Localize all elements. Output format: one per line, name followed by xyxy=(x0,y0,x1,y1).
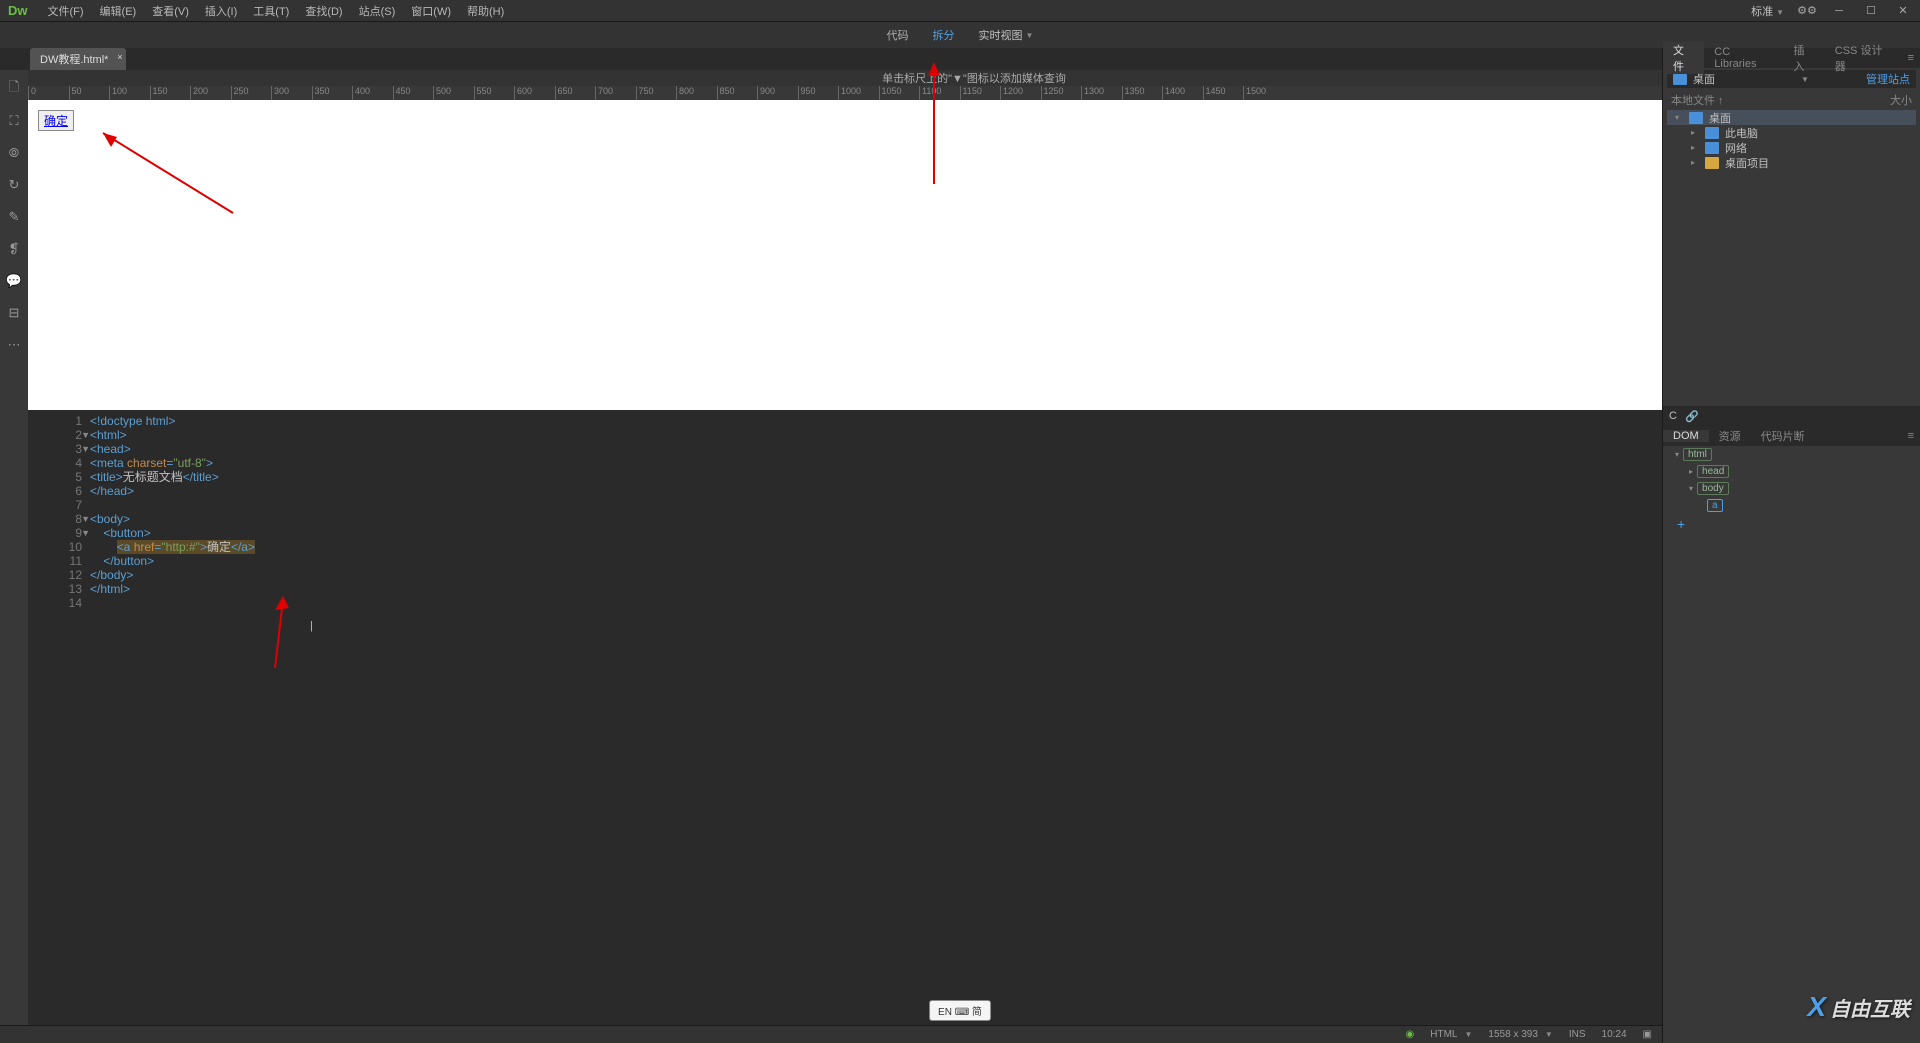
expand-icon[interactable]: ⛶ xyxy=(5,112,23,130)
menu-help[interactable]: 帮助(H) xyxy=(459,3,512,19)
code-content[interactable]: <!doctype html><html><head><meta charset… xyxy=(90,414,1920,1025)
workspace-selector[interactable]: 标准▼ xyxy=(1751,3,1784,19)
code-view[interactable]: 12▼3▼45678▼9▼1011121314 <!doctype html><… xyxy=(28,410,1920,1025)
minimize-button[interactable]: ─ xyxy=(1830,4,1848,18)
file-row[interactable]: ▸此电脑 xyxy=(1667,125,1916,140)
collapse-icon[interactable]: ⊟ xyxy=(5,304,23,322)
menu-file[interactable]: 文件(F) xyxy=(40,3,92,19)
center-editor: 单击标尺上的"▼"图标以添加媒体查询 050100150200250300350… xyxy=(28,70,1920,1025)
dom-row[interactable]: ▸head xyxy=(1663,463,1920,480)
dom-menu-icon[interactable]: ≡ xyxy=(1902,430,1920,442)
comment-icon[interactable]: 💬 xyxy=(5,272,23,290)
status-dimensions[interactable]: 1558 x 393▼ xyxy=(1488,1029,1552,1040)
menu-find[interactable]: 查找(D) xyxy=(297,3,350,19)
app-logo: Dw xyxy=(8,3,28,18)
link-icon[interactable]: 🔗 xyxy=(1685,410,1699,423)
dom-panel: DOM 资源 代码片断 ≡ ▾html▸head▾bodya + xyxy=(1663,426,1920,534)
view-code[interactable]: 代码 xyxy=(887,27,909,43)
design-view[interactable]: 确定 xyxy=(28,100,1920,410)
media-query-hint: 单击标尺上的"▼"图标以添加媒体查询 xyxy=(28,70,1920,86)
document-tab[interactable]: DW教程.html* × xyxy=(30,48,126,70)
refresh-icon[interactable]: C xyxy=(1669,410,1677,422)
panel-tab-css[interactable]: CSS 设计器 xyxy=(1825,42,1902,74)
ime-indicator: EN ⌨ 简 xyxy=(929,1000,991,1021)
dom-tree[interactable]: ▾html▸head▾bodya xyxy=(1663,446,1920,514)
dom-row[interactable]: ▾body xyxy=(1663,480,1920,497)
file-manage-icon[interactable]: 🗋 xyxy=(5,80,23,98)
dom-row[interactable]: ▾html xyxy=(1663,446,1920,463)
dom-tab-assets[interactable]: 资源 xyxy=(1709,428,1751,444)
status-sync-icon[interactable]: ◉ xyxy=(1406,1029,1415,1040)
file-tree[interactable]: ▾桌面▸此电脑▸网络▸桌面项目 xyxy=(1663,110,1920,170)
status-ins: INS xyxy=(1569,1029,1586,1040)
rendered-button[interactable]: 确定 xyxy=(38,110,74,131)
menu-view[interactable]: 查看(V) xyxy=(144,3,197,19)
view-split[interactable]: 拆分 xyxy=(933,27,955,43)
view-switch-bar: 代码 拆分 实时视图▼ xyxy=(0,22,1920,48)
status-cursor-pos: 10:24 xyxy=(1602,1029,1627,1040)
panel-tab-insert[interactable]: 插入 xyxy=(1783,42,1824,74)
dom-tab-snippets[interactable]: 代码片断 xyxy=(1751,428,1815,444)
files-col-name[interactable]: 本地文件 ↑ xyxy=(1671,92,1724,108)
right-panel: 文件 CC Libraries 插入 CSS 设计器 ≡ 桌面 ▼ 管理站点 本… xyxy=(1662,48,1920,1043)
panel-refresh-bar: C 🔗 xyxy=(1663,406,1920,426)
view-live-group[interactable]: 实时视图▼ xyxy=(979,27,1034,43)
menubar: Dw 文件(F) 编辑(E) 查看(V) 插入(I) 工具(T) 查找(D) 站… xyxy=(0,0,1920,22)
dom-tab-dom[interactable]: DOM xyxy=(1663,430,1709,442)
menu-edit[interactable]: 编辑(E) xyxy=(92,3,145,19)
folder-icon xyxy=(1673,74,1687,85)
menu-site[interactable]: 站点(S) xyxy=(351,3,404,19)
rendered-link[interactable]: 确定 xyxy=(44,114,68,128)
files-col-size[interactable]: 大小 xyxy=(1890,92,1912,108)
menu-tools[interactable]: 工具(T) xyxy=(245,3,297,19)
status-bar: ◉ HTML▼ 1558 x 393▼ INS 10:24 ▣ xyxy=(0,1025,1662,1043)
file-row[interactable]: ▸网络 xyxy=(1667,140,1916,155)
tab-title: DW教程.html* xyxy=(40,54,108,66)
status-lang[interactable]: HTML▼ xyxy=(1430,1029,1472,1040)
dom-row[interactable]: a xyxy=(1663,497,1920,514)
more-icon[interactable]: ⋯ xyxy=(5,336,23,354)
menu-insert[interactable]: 插入(I) xyxy=(197,3,245,19)
panel-tab-files[interactable]: 文件 xyxy=(1663,42,1704,74)
line-gutter: 12▼3▼45678▼9▼1011121314 xyxy=(28,414,90,1025)
refresh-icon[interactable]: ↻ xyxy=(5,176,23,194)
wand-icon[interactable]: ✎ xyxy=(5,208,23,226)
manage-site-link[interactable]: 管理站点 xyxy=(1866,71,1910,87)
files-header: 本地文件 ↑ 大小 xyxy=(1663,90,1920,110)
panel-tab-cclib[interactable]: CC Libraries xyxy=(1704,46,1783,70)
left-toolbar: 🗋 ⛶ ⦾ ↻ ✎ ❡ 💬 ⊟ ⋯ xyxy=(0,70,28,1025)
close-button[interactable]: ✕ xyxy=(1894,4,1912,18)
tab-close-icon[interactable]: × xyxy=(117,52,122,62)
format-icon[interactable]: ❡ xyxy=(5,240,23,258)
dom-add-button[interactable]: + xyxy=(1669,516,1685,532)
sync-settings-icon[interactable]: ⚙⚙ xyxy=(1798,4,1816,18)
watermark: X自由互联 xyxy=(1807,991,1910,1023)
file-row[interactable]: ▸桌面项目 xyxy=(1667,155,1916,170)
document-tabbar: DW教程.html* × xyxy=(0,48,1920,70)
menu-window[interactable]: 窗口(W) xyxy=(403,3,459,19)
panel-menu-icon[interactable]: ≡ xyxy=(1902,52,1920,64)
ruler[interactable]: 0501001502002503003504004505005506006507… xyxy=(28,86,1920,100)
file-row[interactable]: ▾桌面 xyxy=(1667,110,1916,125)
main-area: 🗋 ⛶ ⦾ ↻ ✎ ❡ 💬 ⊟ ⋯ 单击标尺上的"▼"图标以添加媒体查询 050… xyxy=(0,70,1920,1025)
maximize-button[interactable]: ☐ xyxy=(1862,4,1880,18)
panel-tabs-top: 文件 CC Libraries 插入 CSS 设计器 ≡ xyxy=(1663,48,1920,68)
inspect-icon[interactable]: ⦾ xyxy=(5,144,23,162)
status-preview-icon[interactable]: ▣ xyxy=(1643,1029,1652,1040)
